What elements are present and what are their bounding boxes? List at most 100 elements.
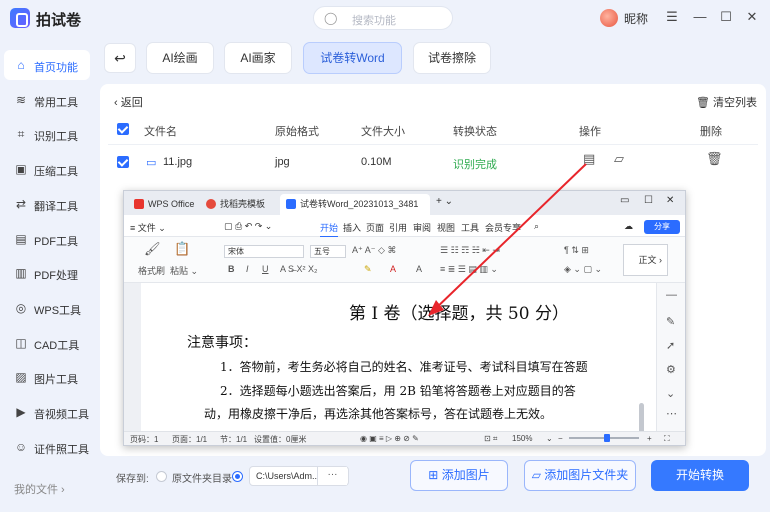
new-tab-button[interactable]: + ⌄ (436, 196, 453, 207)
avatar[interactable] (600, 9, 618, 27)
minimize-icon[interactable]: — (690, 7, 710, 27)
tab-paper-erase[interactable]: 试卷擦除 (413, 42, 491, 74)
format-painter-icon[interactable]: 🖌 (144, 241, 161, 257)
sidebar-item-common-tools[interactable]: ≋ 常用工具 (4, 85, 90, 115)
tab-ai-painter[interactable]: AI画家 (224, 42, 292, 74)
font-size-select[interactable]: 五号 (310, 245, 346, 258)
menu-icon[interactable]: ☰ (662, 7, 682, 27)
sidebar-item-image-tools[interactable]: ▨ 图片工具 (4, 362, 90, 392)
select-all-checkbox[interactable] (117, 123, 129, 135)
highlight-icon[interactable]: ✎ (364, 264, 372, 275)
undo-redo-icons[interactable]: ▢ ⎙ ↶ ↷ ⌄ (224, 221, 272, 232)
cloud-icon[interactable]: ☁ (624, 221, 633, 232)
start-convert-button[interactable]: 开始转换 (651, 460, 749, 491)
sidebar-item-compress-tools[interactable]: ▣ 压缩工具 (4, 154, 90, 184)
style-preset-label: 正文 (638, 255, 657, 265)
align-icons[interactable]: ≡ ≣ ☰ ▤ ▥ ⌄ (440, 264, 498, 275)
shading-icons[interactable]: ◈ ⌄ ▢ ⌄ (564, 264, 602, 275)
undo-back-button[interactable]: ↩ (104, 43, 136, 73)
tab-ai-painting[interactable]: AI绘画 (146, 42, 214, 74)
zoom-dropdown-icon[interactable]: ⌄ (546, 434, 553, 443)
menu-review[interactable]: 审阅 (413, 221, 431, 234)
char-border-icon[interactable]: A (416, 264, 422, 274)
row-checkbox[interactable] (117, 156, 129, 168)
clear-list-button[interactable]: 🗑 清空列表 (696, 94, 757, 110)
add-image-button[interactable]: ⊞ 添加图片 (410, 460, 508, 491)
menu-view[interactable]: 视图 (437, 221, 455, 234)
wps-preview-window[interactable]: WPS Office 找稻壳模板 试卷转Word_20231013_3481 +… (123, 190, 686, 446)
font-grow-shrink-icons[interactable]: A⁺ A⁻ ◇ ⌘ (352, 245, 396, 256)
close-icon[interactable]: ✕ (742, 7, 762, 27)
doc-line-3: 动，用橡皮擦干净后，再选涂其他答案标号，答在试题卷上无效。 (204, 407, 553, 421)
fit-icons[interactable]: ⊡ ⌗ (484, 434, 497, 444)
wps-tab-document[interactable]: 试卷转Word_20231013_3481 (280, 194, 430, 215)
bold-icon[interactable]: B (228, 264, 235, 274)
menu-vip[interactable]: 会员专享 (485, 221, 521, 234)
custom-path-radio[interactable] (232, 471, 243, 482)
zoom-in-icon[interactable]: + (647, 434, 652, 443)
source-folder-radio[interactable] (156, 471, 167, 482)
document-area[interactable]: 第 I 卷（选择题，共 50 分） 注意事项： 1．答物前，考生务必将自己的姓名… (124, 283, 654, 431)
sidebar-item-id-photo-tools[interactable]: ☺ 证件照工具 (4, 432, 90, 462)
wps-search-icon[interactable]: ⌕ (534, 221, 539, 232)
sidebar-item-cad-tools[interactable]: ◫ CAD工具 (4, 328, 90, 358)
sidebar-item-recognition-tools[interactable]: ⌗ 识别工具 (4, 119, 90, 149)
document-scrollbar[interactable] (639, 403, 644, 431)
sidebar-item-label: 翻译工具 (34, 201, 78, 213)
column-header-delete: 删除 (700, 126, 722, 138)
add-folder-button[interactable]: ▱ 添加图片文件夹 (524, 460, 636, 491)
paragraph-icons[interactable]: ¶ ⇅ ⊞ (564, 245, 589, 256)
expand-down-icon[interactable]: ⌄ (666, 387, 675, 400)
wps-tab-home[interactable]: WPS Office (128, 194, 198, 215)
wps-window-restore-icon[interactable]: ▭ (620, 195, 629, 206)
share-button[interactable]: 分享 (644, 220, 680, 234)
text-effect-icons[interactable]: A S̶ X² X₂ (280, 264, 318, 274)
zoom-slider-handle[interactable] (604, 434, 610, 442)
sidebar-item-label: 首页功能 (34, 62, 78, 74)
view-mode-icons[interactable]: ◉ ▣ ≡ ▷ ⊕ ⊘ ✎ (360, 434, 419, 443)
tune-icon[interactable]: ⚙ (666, 363, 676, 376)
wps-tab-templates[interactable]: 找稻壳模板 (200, 194, 278, 215)
pen-icon[interactable]: ✎ (666, 315, 675, 328)
sidebar-item-video-tools[interactable]: ▶ 音视频工具 (4, 397, 90, 427)
search-input[interactable]: ◯ 搜索功能 (313, 6, 453, 30)
wps-window-maximize-icon[interactable]: ☐ (644, 195, 653, 206)
list-icons[interactable]: ☰ ☷ ☶ ☵ ⇤ ⇥ (440, 245, 500, 256)
maximize-icon[interactable]: ☐ (716, 7, 736, 27)
underline-icon[interactable]: U (262, 264, 269, 274)
tab-paper-to-word[interactable]: 试卷转Word (303, 42, 402, 74)
sidebar-item-home[interactable]: ⌂ 首页功能 (4, 50, 90, 80)
menu-tools[interactable]: 工具 (461, 221, 479, 234)
wps-window-close-icon[interactable]: ✕ (666, 195, 674, 206)
open-document-icon[interactable]: ▤ (583, 151, 595, 167)
my-files-link[interactable]: 我的文件 › (14, 481, 65, 497)
sidebar-item-wps-tools[interactable]: ◎ WPS工具 (4, 293, 90, 323)
more-icon[interactable]: ⋯ (666, 407, 677, 420)
sidebar-item-pdf-tools[interactable]: ▤ PDF工具 (4, 224, 90, 254)
menu-file[interactable]: ≡ 文件 ⌄ (130, 221, 166, 234)
menu-page[interactable]: 页面 (366, 221, 384, 234)
delete-row-icon[interactable]: 🗑 (706, 151, 723, 167)
italic-icon[interactable]: I (246, 264, 249, 274)
nickname[interactable]: 昵称 (624, 10, 648, 27)
font-family-select[interactable]: 宋体 (224, 245, 304, 258)
select-cursor-icon[interactable]: ➚ (666, 339, 675, 352)
zoom-out-icon[interactable]: − (558, 434, 563, 443)
style-preset[interactable]: 正文 › (623, 244, 668, 276)
sidebar-item-pdf-process[interactable]: ▥ PDF处理 (4, 258, 90, 288)
back-link[interactable]: ‹ 返回 (114, 94, 143, 110)
menu-insert[interactable]: 插入 (343, 221, 361, 234)
paste-icon[interactable]: 📋 (174, 241, 190, 257)
sidebar-item-translate-tools[interactable]: ⇄ 翻译工具 (4, 189, 90, 219)
menu-reference[interactable]: 引用 (389, 221, 407, 234)
collapse-icon[interactable]: — (666, 289, 677, 301)
open-folder-icon[interactable]: ▱ (614, 151, 624, 167)
menu-home[interactable]: 开始 (320, 221, 339, 238)
format-painter-label[interactable]: 格式刷 (138, 264, 165, 277)
file-name-cell: 11.jpg (163, 156, 193, 168)
paste-label[interactable]: 粘贴 ⌄ (170, 264, 198, 277)
fullscreen-icon[interactable]: ⛶ (664, 434, 670, 444)
font-color-icon[interactable]: A (390, 264, 396, 274)
browse-path-button[interactable]: ··· (317, 467, 347, 485)
file-size-cell: 0.10M (361, 156, 392, 168)
